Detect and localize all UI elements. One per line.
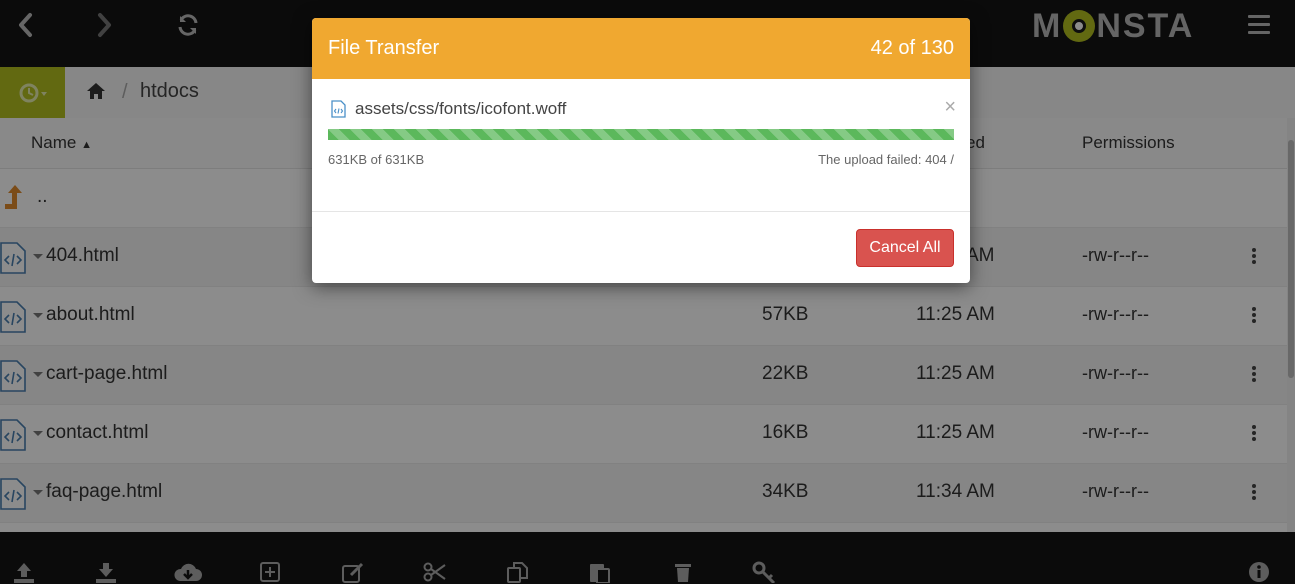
transfer-status: The upload failed: 404 / [818,152,954,167]
cancel-all-button[interactable]: Cancel All [856,229,954,267]
modal-title: File Transfer [328,37,440,59]
progress-fill [328,129,954,140]
transfer-progress-bar [328,129,954,140]
close-icon[interactable]: × [944,97,956,117]
file-transfer-modal: File Transfer 42 of 130 assets/css/fonts… [312,18,970,283]
code-file-icon [331,100,346,123]
modal-header: File Transfer 42 of 130 [312,18,970,79]
transfer-file-path: assets/css/fonts/icofont.woff [355,99,567,118]
transfer-bytes: 631KB of 631KB [328,152,425,167]
modal-body: assets/css/fonts/icofont.woff × 631KB of… [312,79,970,212]
transfer-count: 42 of 130 [870,37,954,59]
